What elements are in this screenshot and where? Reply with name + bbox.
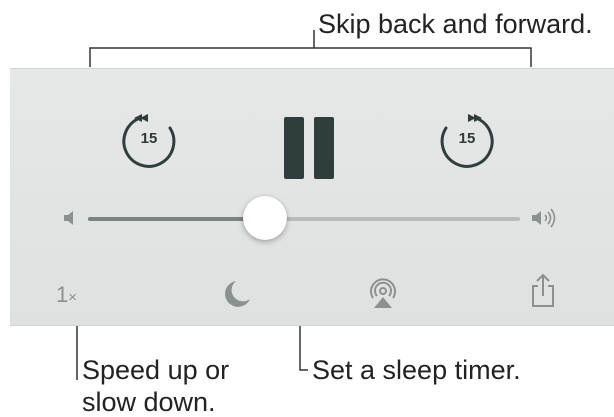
playback-speed-suffix: ×	[68, 289, 78, 306]
sleep-callout-text: Set a sleep timer.	[312, 355, 521, 385]
airplay-icon	[370, 278, 396, 308]
audio-player-annotated-figure: Skip back and forward. 15 15 1× Speed up…	[0, 0, 614, 417]
speed-callout-line-1: Speed up or	[82, 355, 230, 385]
volume-slider-fill	[88, 217, 266, 221]
volume-slider-thumb[interactable]	[243, 196, 288, 240]
share-button[interactable]	[528, 272, 558, 310]
speed-callout-text: Speed up or slow down.	[82, 354, 229, 417]
skip-forward-seconds: 15	[458, 130, 476, 147]
playback-speed-value: 1	[56, 282, 69, 307]
speaker-low-icon	[62, 209, 78, 227]
skip-back-seconds: 15	[140, 130, 158, 147]
speaker-high-icon	[530, 206, 560, 230]
share-icon	[532, 273, 554, 307]
airplay-button[interactable]	[366, 276, 400, 310]
skip-callout-text: Skip back and forward.	[318, 9, 593, 39]
pause-icon-left-bar	[284, 117, 304, 179]
skip-back-button[interactable]: 15	[118, 110, 180, 172]
pause-button[interactable]	[284, 117, 336, 179]
moon-icon	[225, 281, 250, 307]
volume-slider[interactable]	[88, 217, 520, 221]
skip-callout-bracket	[89, 47, 532, 67]
sleep-timer-button[interactable]	[220, 277, 254, 311]
skip-forward-button[interactable]: 15	[436, 110, 498, 172]
pause-icon-right-bar	[314, 117, 334, 179]
playback-speed-button[interactable]: 1×	[56, 280, 96, 310]
player-controls-panel	[10, 68, 614, 326]
speed-callout-line-2: slow down.	[82, 387, 216, 417]
